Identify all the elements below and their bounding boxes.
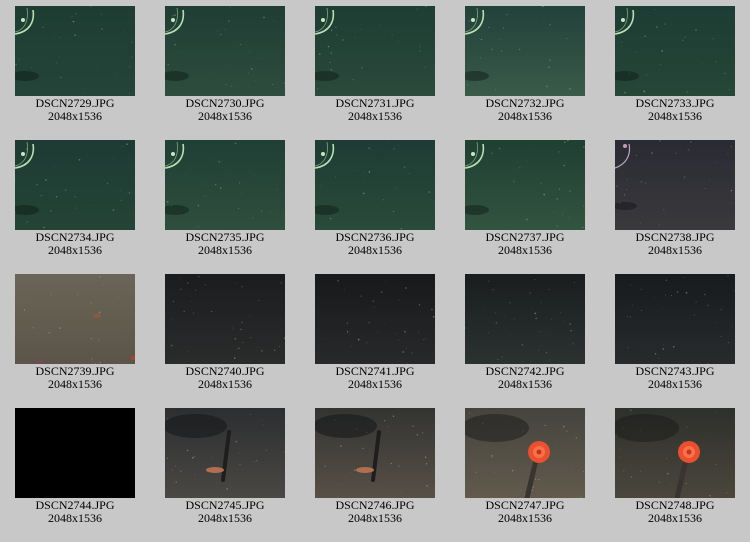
thumbnail-image[interactable] xyxy=(165,408,285,498)
thumbnail-image[interactable] xyxy=(165,6,285,96)
thumbnail-item: DSCN2744.JPG 2048x1536 xyxy=(0,402,150,532)
thumbnail-dimensions: 2048x1536 xyxy=(48,377,102,391)
thumbnail-image[interactable] xyxy=(315,408,435,498)
thumbnail-item: DSCN2740.JPG 2048x1536 xyxy=(150,268,300,398)
underwater-photo xyxy=(615,6,735,96)
thumbnail-item: DSCN2733.JPG 2048x1536 xyxy=(600,0,750,130)
thumbnail-image[interactable] xyxy=(615,274,735,364)
thumbnail-dimensions: 2048x1536 xyxy=(498,243,552,257)
underwater-photo xyxy=(465,140,585,230)
thumbnail-item: DSCN2732.JPG 2048x1536 xyxy=(450,0,600,130)
thumbnail-dimensions: 2048x1536 xyxy=(198,511,252,525)
thumbnail-image[interactable] xyxy=(615,140,735,230)
thumbnail-item: DSCN2729.JPG 2048x1536 xyxy=(0,0,150,130)
underwater-photo xyxy=(465,408,585,498)
thumbnail-item: DSCN2746.JPG 2048x1536 xyxy=(300,402,450,532)
underwater-photo xyxy=(615,274,735,364)
thumbnail-item: DSCN2738.JPG 2048x1536 xyxy=(600,134,750,264)
thumbnail-dimensions: 2048x1536 xyxy=(648,377,702,391)
thumbnail-dimensions: 2048x1536 xyxy=(198,377,252,391)
thumbnail-item: DSCN2737.JPG 2048x1536 xyxy=(450,134,600,264)
thumbnail-item: DSCN2742.JPG 2048x1536 xyxy=(450,268,600,398)
underwater-photo xyxy=(165,408,285,498)
thumbnail-image[interactable] xyxy=(315,6,435,96)
underwater-photo xyxy=(165,6,285,96)
thumbnail-image[interactable] xyxy=(15,274,135,364)
thumbnail-dimensions: 2048x1536 xyxy=(48,109,102,123)
thumbnail-dimensions: 2048x1536 xyxy=(648,243,702,257)
thumbnail-image[interactable] xyxy=(465,274,585,364)
thumbnail-item: DSCN2734.JPG 2048x1536 xyxy=(0,134,150,264)
underwater-photo xyxy=(15,274,135,364)
thumbnail-image[interactable] xyxy=(315,274,435,364)
thumbnail-item: DSCN2739.JPG 2048x1536 xyxy=(0,268,150,398)
thumbnail-item: DSCN2747.JPG 2048x1536 xyxy=(450,402,600,532)
underwater-photo xyxy=(465,6,585,96)
thumbnail-item: DSCN2731.JPG 2048x1536 xyxy=(300,0,450,130)
thumbnail-dimensions: 2048x1536 xyxy=(48,511,102,525)
thumbnail-item: DSCN2743.JPG 2048x1536 xyxy=(600,268,750,398)
thumbnail-dimensions: 2048x1536 xyxy=(348,377,402,391)
thumbnail-image[interactable] xyxy=(615,6,735,96)
thumbnail-image[interactable] xyxy=(465,408,585,498)
underwater-photo xyxy=(315,274,435,364)
thumbnail-item: DSCN2745.JPG 2048x1536 xyxy=(150,402,300,532)
underwater-photo xyxy=(165,274,285,364)
underwater-photo xyxy=(315,408,435,498)
underwater-photo xyxy=(165,140,285,230)
thumbnail-dimensions: 2048x1536 xyxy=(348,243,402,257)
thumbnail-dimensions: 2048x1536 xyxy=(198,109,252,123)
underwater-photo xyxy=(15,6,135,96)
thumbnail-dimensions: 2048x1536 xyxy=(648,109,702,123)
underwater-photo xyxy=(15,408,135,498)
thumbnail-dimensions: 2048x1536 xyxy=(648,511,702,525)
thumbnail-dimensions: 2048x1536 xyxy=(198,243,252,257)
thumbnail-dimensions: 2048x1536 xyxy=(498,109,552,123)
thumbnail-item: DSCN2741.JPG 2048x1536 xyxy=(300,268,450,398)
thumbnail-dimensions: 2048x1536 xyxy=(498,377,552,391)
thumbnail-image[interactable] xyxy=(15,6,135,96)
thumbnail-dimensions: 2048x1536 xyxy=(348,511,402,525)
thumbnail-item: DSCN2730.JPG 2048x1536 xyxy=(150,0,300,130)
thumbnail-item: DSCN2735.JPG 2048x1536 xyxy=(150,134,300,264)
thumbnail-item: DSCN2748.JPG 2048x1536 xyxy=(600,402,750,532)
thumbnail-dimensions: 2048x1536 xyxy=(48,243,102,257)
thumbnail-image[interactable] xyxy=(615,408,735,498)
thumbnail-dimensions: 2048x1536 xyxy=(498,511,552,525)
thumbnail-image[interactable] xyxy=(165,140,285,230)
underwater-photo xyxy=(615,140,735,230)
underwater-photo xyxy=(315,140,435,230)
thumbnail-dimensions: 2048x1536 xyxy=(348,109,402,123)
underwater-photo xyxy=(315,6,435,96)
underwater-photo xyxy=(15,140,135,230)
thumbnail-image[interactable] xyxy=(465,6,585,96)
thumbnail-image[interactable] xyxy=(465,140,585,230)
thumbnail-image[interactable] xyxy=(315,140,435,230)
thumbnail-image[interactable] xyxy=(165,274,285,364)
thumbnail-item: DSCN2736.JPG 2048x1536 xyxy=(300,134,450,264)
underwater-photo xyxy=(465,274,585,364)
underwater-photo xyxy=(615,408,735,498)
thumbnail-grid: DSCN2729.JPG 2048x1536 DSCN2730.JPG 2048x15… xyxy=(0,0,750,542)
thumbnail-image[interactable] xyxy=(15,408,135,498)
thumbnail-image[interactable] xyxy=(15,140,135,230)
